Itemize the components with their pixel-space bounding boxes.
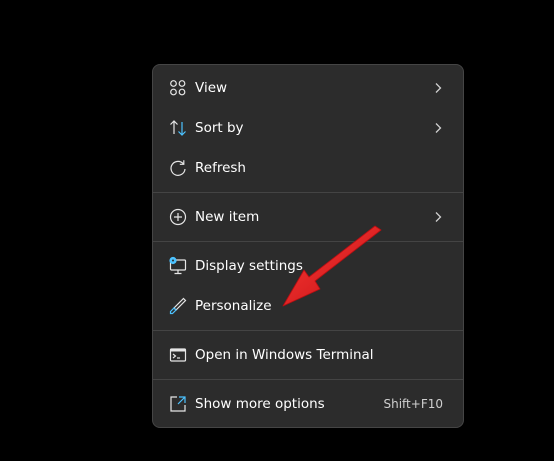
menu-separator — [153, 192, 463, 193]
menu-item-label: View — [195, 80, 228, 96]
chevron-right-icon — [431, 81, 445, 95]
menu-item-label: Open in Windows Terminal — [195, 347, 374, 363]
menu-item-label: Sort by — [195, 120, 244, 136]
menu-separator — [153, 241, 463, 242]
terminal-icon — [168, 345, 188, 365]
menu-item-label: Refresh — [195, 160, 246, 176]
grid-icon — [168, 78, 188, 98]
context-menu: View Sort by Refresh New item Display se… — [152, 64, 464, 428]
menu-item-display-settings[interactable]: Display settings — [157, 248, 459, 284]
keyboard-shortcut: Shift+F10 — [383, 397, 443, 411]
menu-item-sort-by[interactable]: Sort by — [157, 110, 459, 146]
menu-item-new-item[interactable]: New item — [157, 199, 459, 235]
menu-item-view[interactable]: View — [157, 70, 459, 106]
refresh-icon — [168, 158, 188, 178]
menu-item-show-more-options[interactable]: Show more options Shift+F10 — [157, 386, 459, 422]
sort-icon — [168, 118, 188, 138]
chevron-right-icon — [431, 210, 445, 224]
plus-circle-icon — [168, 207, 188, 227]
menu-item-label: New item — [195, 209, 260, 225]
menu-item-label: Personalize — [195, 298, 272, 314]
brush-icon — [168, 296, 188, 316]
menu-separator — [153, 379, 463, 380]
menu-separator — [153, 330, 463, 331]
menu-item-open-in-terminal[interactable]: Open in Windows Terminal — [157, 337, 459, 373]
menu-item-personalize[interactable]: Personalize — [157, 288, 459, 324]
more-options-icon — [168, 394, 188, 414]
desktop-background[interactable]: View Sort by Refresh New item Display se… — [0, 0, 554, 461]
menu-item-refresh[interactable]: Refresh — [157, 150, 459, 186]
monitor-settings-icon — [168, 256, 188, 276]
chevron-right-icon — [431, 121, 445, 135]
menu-item-label: Show more options — [195, 396, 325, 412]
menu-item-label: Display settings — [195, 258, 303, 274]
